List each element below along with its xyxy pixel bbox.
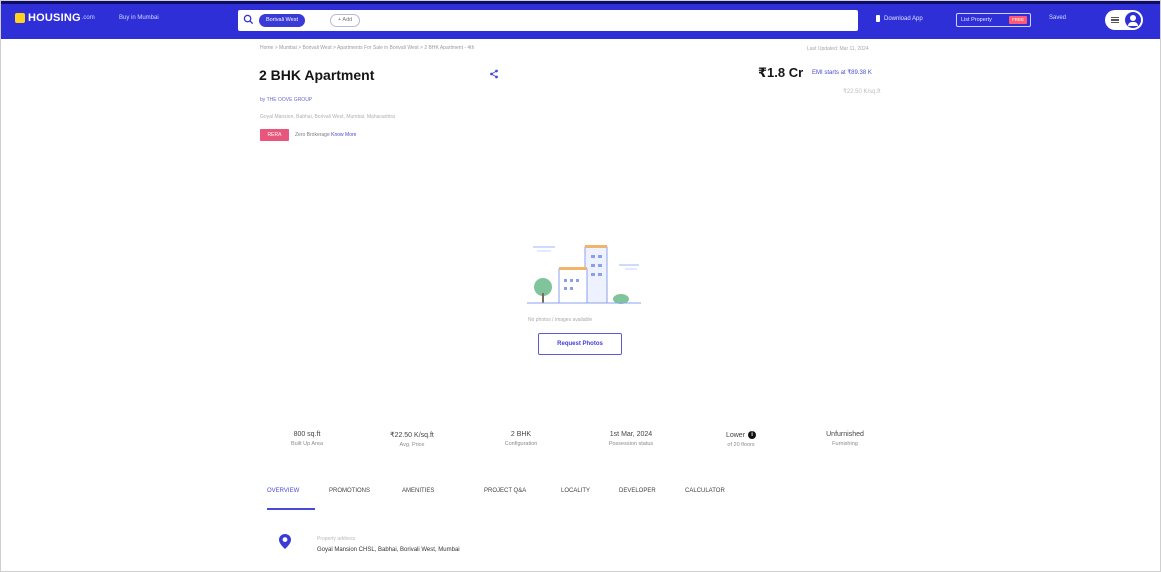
stat-value: 1st Mar, 2024	[609, 431, 653, 438]
developer-link[interactable]: by THE OOVE GROUP	[260, 97, 312, 103]
download-app-link[interactable]: Download App	[876, 15, 923, 22]
profile-menu[interactable]	[1105, 10, 1143, 30]
stat-value: 2 BHK	[510, 431, 532, 438]
stat-configuration: 2 BHK Configuration	[494, 431, 548, 447]
list-property-label: List Property	[961, 17, 992, 23]
logo-sub: .com	[81, 15, 95, 21]
zero-brokerage-label: Zero Brokerage	[295, 132, 330, 138]
search-chip-locality[interactable]: Borivali West	[259, 14, 305, 27]
stat-label: Possession status	[608, 441, 654, 447]
tab-promotions[interactable]: PROMOTIONS	[329, 488, 370, 494]
location-pin-icon	[279, 534, 291, 549]
location-address: Goyal Mansion CHSL, Babhai, Borivali Wes…	[317, 547, 460, 553]
location-label: Property address	[317, 536, 356, 542]
tab-project-qa[interactable]: PROJECT Q&A	[484, 488, 526, 494]
building-illustration-icon	[527, 245, 641, 304]
hamburger-icon	[1111, 17, 1119, 23]
tab-calculator[interactable]: CALCULATOR	[685, 488, 725, 494]
request-photos-button[interactable]: Request Photos	[538, 333, 622, 355]
price: ₹1.8 Cr	[758, 65, 804, 80]
search-bar[interactable]: Borivali West + Add	[238, 10, 858, 31]
header-address: Goyal Mansion, Babhai, Borivali West, Mu…	[260, 114, 395, 120]
breadcrumb[interactable]: Home > Mumbai > Borivali West > Apartmen…	[260, 45, 474, 51]
stat-label: Configuration	[504, 441, 538, 447]
stat-furnishing: Unfurnished Furnishing	[813, 431, 877, 447]
tab-amenities[interactable]: AMENITIES	[402, 488, 434, 494]
search-icon	[243, 14, 254, 25]
tab-developer[interactable]: DEVELOPER	[619, 488, 656, 494]
page-title: 2 BHK Apartment	[259, 67, 375, 83]
stat-label: Furnishing	[832, 441, 858, 447]
saved-link[interactable]: Saved	[1049, 15, 1066, 21]
emi-link[interactable]: EMI starts at ₹89.38 K	[812, 69, 872, 76]
logo-mark-icon	[15, 13, 25, 23]
stat-possession: 1st Mar, 2024 Possession status	[595, 431, 667, 447]
stat-built-up-area: 800 sq.ft Built Up Area	[283, 431, 331, 447]
phone-icon	[876, 15, 880, 22]
list-property-button[interactable]: List Property FREE	[956, 13, 1031, 27]
zero-brokerage: Zero Brokerage Know More	[295, 132, 356, 138]
topbar-edge	[1, 1, 1160, 4]
last-updated: Last Updated: Mar 11, 2024	[807, 46, 869, 52]
active-tab-underline	[267, 508, 315, 510]
stat-value: ₹22.50 K/sq.ft	[390, 432, 434, 439]
free-badge: FREE	[1008, 16, 1027, 24]
stat-value: Lower i	[713, 431, 769, 439]
rera-badge: RERA	[260, 129, 289, 141]
download-app-label: Download App	[884, 15, 923, 22]
top-navbar: HOUSING .com Buy in Mumbai Borivali West…	[1, 1, 1160, 39]
tab-overview[interactable]: OVERVIEW	[267, 488, 299, 494]
avatar-icon	[1125, 12, 1141, 28]
stat-floor: Lower i of 20 floors	[713, 431, 769, 448]
stat-value: 800 sq.ft	[293, 431, 321, 438]
tab-locality[interactable]: LOCALITY	[561, 488, 590, 494]
stat-label: Built Up Area	[290, 441, 324, 447]
city-selector[interactable]: Buy in Mumbai	[119, 15, 159, 21]
stat-label: Avg. Price	[399, 442, 425, 448]
know-more-link[interactable]: Know More	[331, 132, 356, 138]
add-locality-chip[interactable]: + Add	[330, 14, 361, 27]
stat-label: of 20 floors	[727, 442, 755, 448]
floor-value: Lower	[725, 431, 746, 439]
stat-avg-price: ₹22.50 K/sq.ft Avg. Price	[382, 431, 442, 448]
stat-value: Unfurnished	[826, 431, 864, 438]
info-icon[interactable]: i	[748, 431, 757, 439]
logo-text: HOUSING	[28, 12, 81, 24]
price-per-sqft: ₹22.50 K/sq.ft	[843, 89, 881, 95]
housing-logo[interactable]: HOUSING .com	[15, 12, 95, 24]
share-icon[interactable]	[489, 69, 499, 79]
page: HOUSING .com Buy in Mumbai Borivali West…	[0, 0, 1161, 572]
no-photos-text: No photos / images available	[528, 317, 593, 323]
